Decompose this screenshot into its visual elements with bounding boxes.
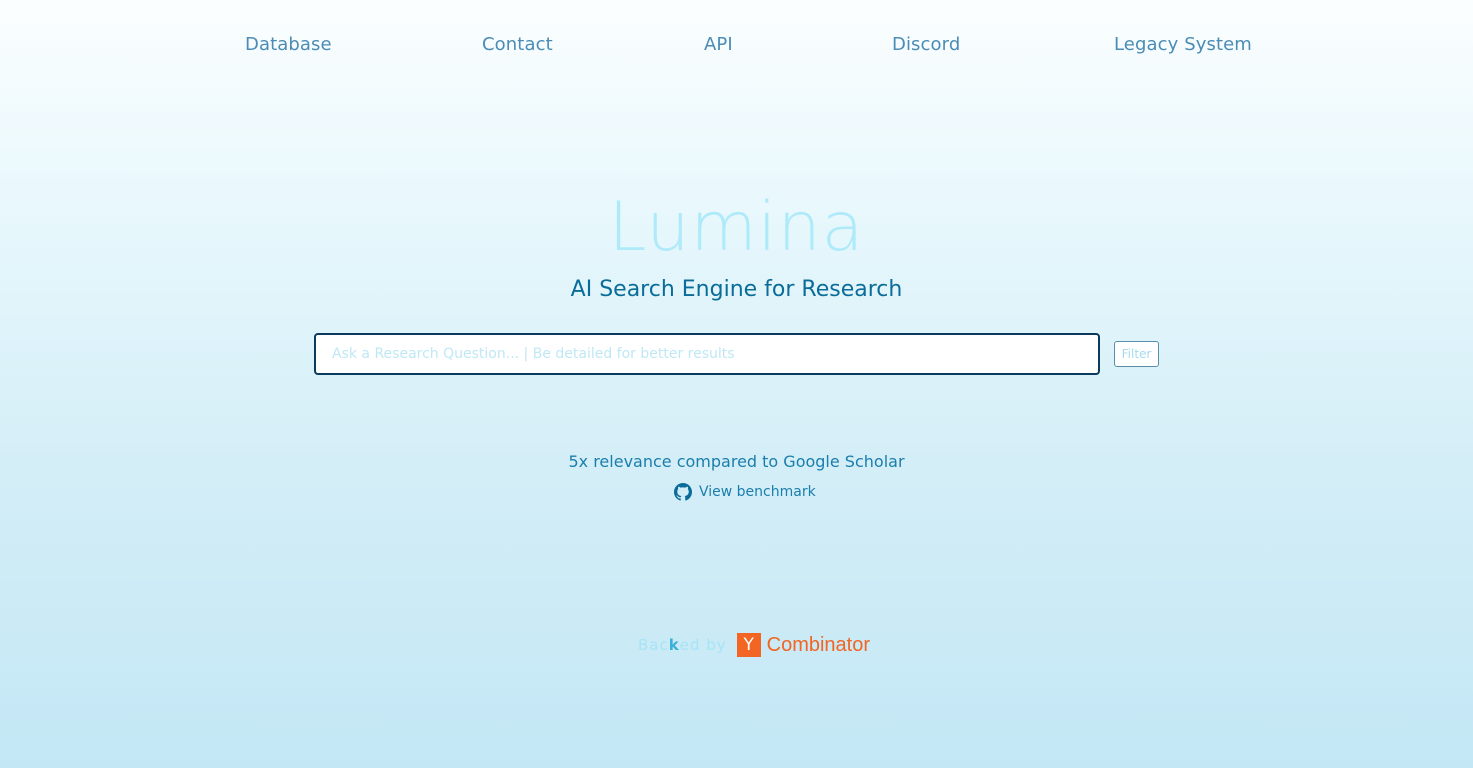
nav-link-contact[interactable]: Contact [482,34,553,55]
search-input[interactable] [314,333,1100,375]
github-icon [674,483,692,501]
nav-link-api[interactable]: API [704,34,733,55]
tagline: AI Search Engine for Research [570,277,903,302]
backed-by-yc: Backed by Y Combinator [638,633,870,657]
yc-logo-icon: Y [736,633,761,657]
nav-link-discord[interactable]: Discord [892,34,960,55]
view-benchmark-link[interactable]: View benchmark [674,483,816,501]
nav-link-legacy-system[interactable]: Legacy System [1114,34,1252,55]
yc-name: Combinator [766,633,871,656]
logo-title: Lumina [608,188,865,267]
filter-button[interactable]: Filter [1114,341,1159,367]
view-benchmark-label: View benchmark [699,484,816,500]
backed-by-label: Backed by [638,636,727,654]
relevance-claim: 5x relevance compared to Google Scholar [568,452,905,471]
nav-link-database[interactable]: Database [245,34,332,55]
